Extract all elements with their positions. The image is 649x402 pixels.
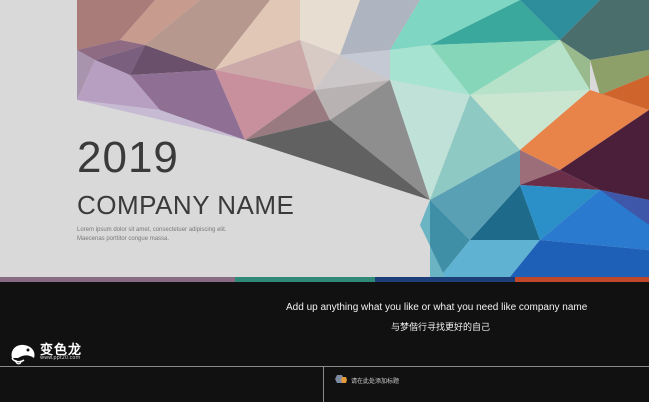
logo-url: www.ppt20.com (40, 355, 81, 361)
hexagon-icon (335, 375, 347, 383)
footer-divider (0, 366, 649, 367)
lorem-text: Lorem ipsum dolor sit amet, consectetuer… (77, 227, 227, 242)
slide-header-area: 2019 COMPANY NAME Lorem ipsum dolor sit … (0, 0, 649, 277)
tagline-chinese: 与梦偕行寻找更好的自己 (391, 323, 491, 333)
presentation-slide: 2019 COMPANY NAME Lorem ipsum dolor sit … (0, 0, 649, 402)
slide-year: 2019 (77, 133, 179, 182)
footer-title-placeholder[interactable]: 请在此处添加标题 (351, 376, 399, 385)
footer-vertical-divider (323, 366, 324, 402)
company-name: COMPANY NAME (77, 190, 295, 220)
